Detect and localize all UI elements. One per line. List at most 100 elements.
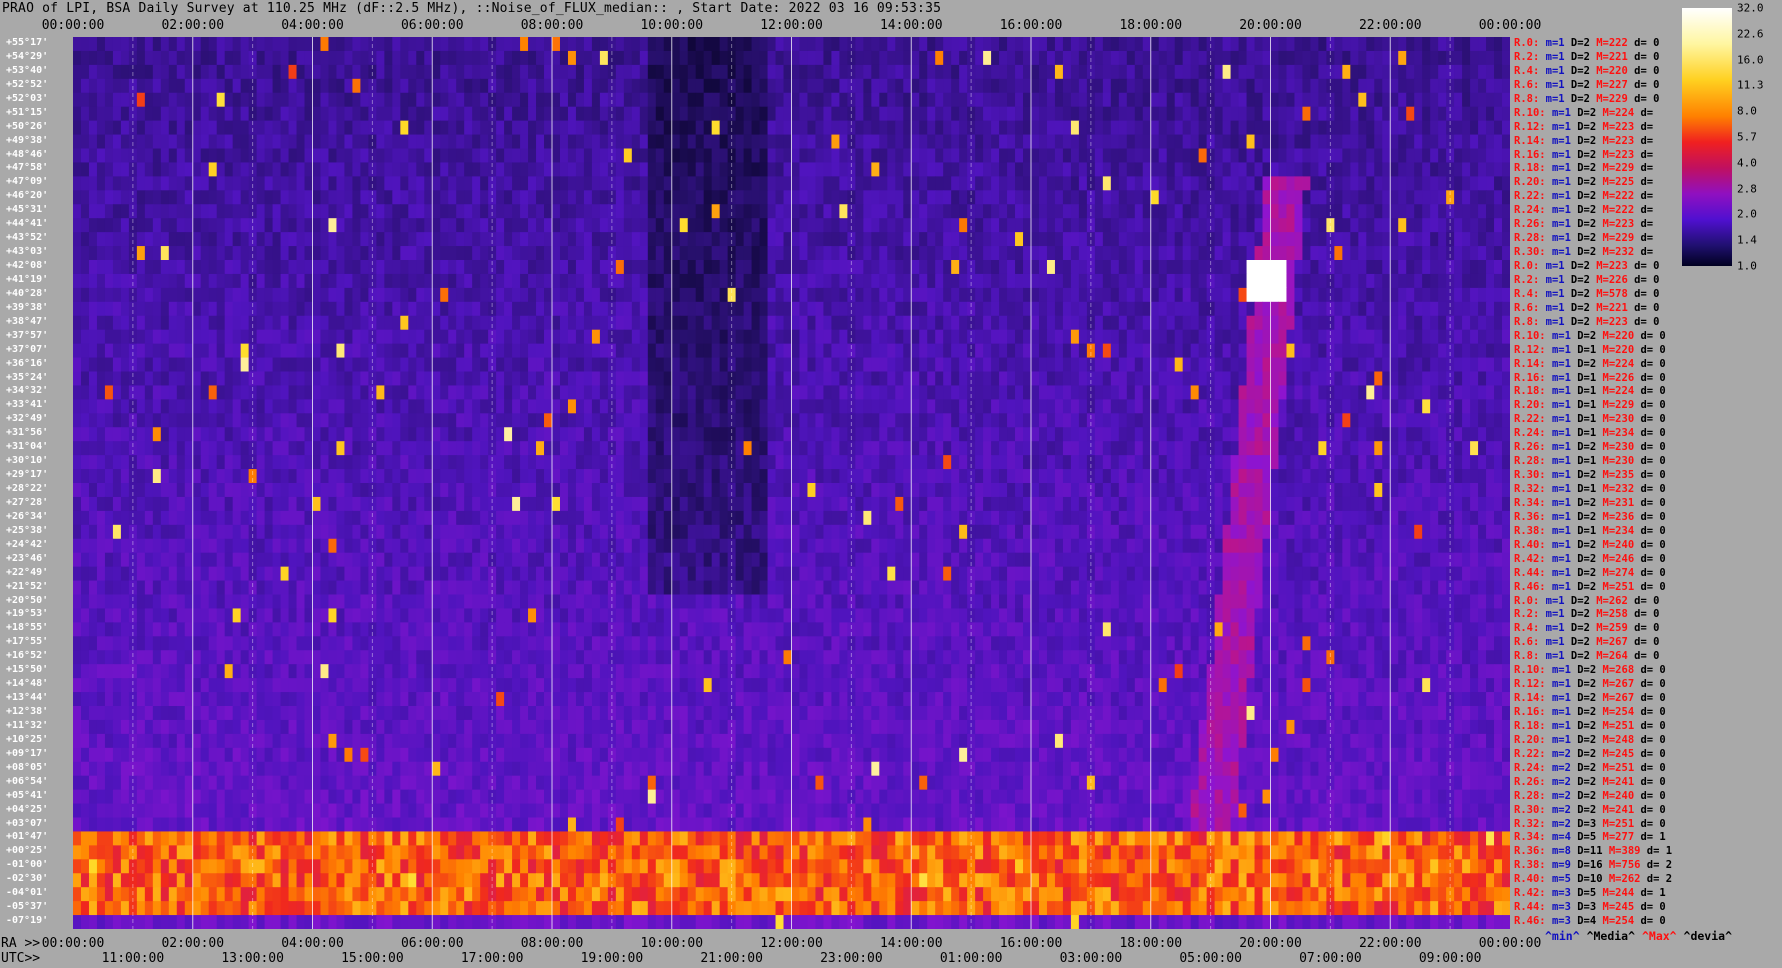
heatmap-cell [296,287,306,303]
heatmap-cell [536,120,545,136]
heatmap-cell [1102,218,1112,233]
heatmap-cell [975,92,984,108]
heatmap-cell [1158,148,1168,164]
heatmap-cell [80,371,90,387]
heatmap-cell [1350,399,1359,414]
heatmap-cell [1478,343,1487,359]
heatmap-cell [1494,50,1503,66]
heatmap-cell [1470,273,1479,289]
heatmap-cell [855,50,864,66]
heatmap-cell [895,120,904,136]
heatmap-cell [943,343,952,359]
heatmap-cell [496,301,505,317]
heatmap-cell [80,273,90,289]
heatmap-cell [1031,106,1040,122]
heatmap-cell [1366,385,1375,400]
heatmap-cell [448,301,457,317]
heatmap-cell [575,357,585,373]
heatmap-cell [528,273,537,289]
heatmap-cell [767,106,777,122]
heatmap-cell [320,162,330,177]
heatmap-cell [831,329,840,345]
heatmap-cell [1334,64,1343,80]
heatmap-cell [1246,301,1256,317]
heatmap-cell [1254,218,1264,233]
heatmap-cell [863,37,872,52]
heatmap-cell [1054,64,1064,80]
heatmap-cell [1406,287,1415,303]
heatmap-cell [1278,134,1288,150]
heatmap-cell [384,357,393,373]
heatmap-cell [1430,301,1439,317]
heatmap-cell [911,399,920,414]
heatmap-cell [663,232,673,247]
heatmap-cell [1126,64,1136,80]
heatmap-cell [1374,148,1383,164]
heatmap-cell [176,176,186,191]
heatmap-cell [1015,232,1024,247]
heatmap-cell [1054,315,1064,331]
heatmap-cell [1126,329,1136,345]
heatmap-cell [559,106,569,122]
heatmap-cell [112,315,122,331]
heatmap-cell [256,50,266,66]
heatmap-cell [871,343,880,359]
heatmap-cell [1158,176,1168,191]
heatmap-cell [1302,120,1312,136]
heatmap-cell [1182,78,1192,94]
heatmap-plot[interactable] [73,37,1510,929]
heatmap-cell [1278,385,1288,400]
heatmap-cell [208,64,218,80]
heatmap-cell [1334,260,1343,275]
heatmap-cell [136,134,146,150]
heatmap-cell [831,162,840,177]
heatmap-cell [567,106,577,122]
heatmap-cell [144,106,154,122]
heatmap-cell [152,246,162,261]
heatmap-cell [887,232,896,247]
heatmap-cell [240,162,250,177]
heatmap-cell [1422,357,1431,373]
heatmap-cell [336,232,346,247]
heatmap-cell [1015,50,1024,66]
heatmap-cell [559,190,569,205]
heatmap-cell [480,92,489,108]
heatmap-cell [807,64,817,80]
heatmap-cell [1150,92,1160,108]
heatmap-cell [1230,120,1240,136]
heatmap-cell [136,371,146,387]
heatmap-cell [120,232,130,247]
heatmap-cell [1502,106,1510,122]
heatmap-cell [88,37,98,52]
heatmap-cell [1454,134,1463,150]
heatmap-cell [647,218,657,233]
heatmap-cell [1190,273,1200,289]
heatmap-cell [264,232,274,247]
heatmap-cell [376,78,385,94]
heatmap-cell [1230,37,1240,52]
heatmap-cell [1262,329,1272,345]
heatmap-cell [1398,399,1407,414]
heatmap-cell [759,329,769,345]
heatmap-cell [1190,357,1200,373]
declination-label: +46°20' [6,190,49,202]
heatmap-cell [1110,204,1120,219]
heatmap-cell [512,357,521,373]
heatmap-cell [424,134,433,150]
heatmap-cell [1310,218,1319,233]
heatmap-cell [591,357,601,373]
heatmap-cell [903,148,912,164]
heatmap-cell [783,218,793,233]
heatmap-cell [536,232,545,247]
heatmap-cell [935,176,944,191]
heatmap-cell [424,357,433,373]
heatmap-cell [1054,357,1064,373]
heatmap-cell [216,413,226,428]
heatmap-cell [1142,106,1152,122]
heatmap-cell [504,92,513,108]
heatmap-cell [567,37,577,52]
heatmap-cell [695,162,705,177]
heatmap-cell [807,315,817,331]
heatmap-cell [1174,50,1184,66]
heatmap-cell [1007,301,1016,317]
